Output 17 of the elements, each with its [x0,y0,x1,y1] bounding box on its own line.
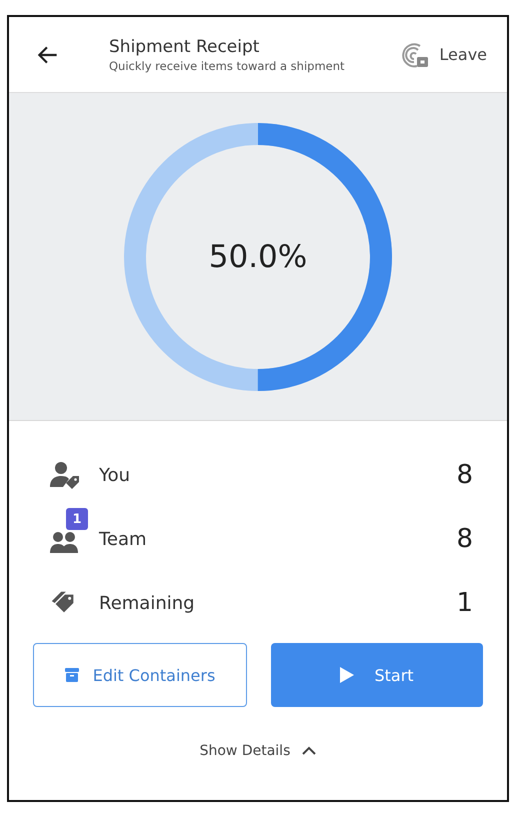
stat-label: You [99,464,132,486]
person-tag-icon [49,459,81,491]
stat-value: 1 [456,588,473,618]
stat-label: Team [99,528,148,550]
stat-value: 8 [456,460,473,490]
count-badge: 1 [66,508,88,530]
stat-label: Remaining [99,592,196,614]
box-icon [64,668,79,682]
signal-lock-icon [402,40,430,68]
stat-value: 8 [456,524,473,554]
page-title: Shipment Receipt [109,36,260,56]
leave-button[interactable]: Leave [402,40,487,68]
progress-percent: 50.0% [208,238,308,274]
show-details-toggle[interactable]: Show Details [196,739,320,763]
play-icon [340,667,354,683]
edit-containers-button[interactable]: Edit Containers [33,643,247,707]
page-subtitle: Quickly receive items toward a shipment [109,58,346,72]
